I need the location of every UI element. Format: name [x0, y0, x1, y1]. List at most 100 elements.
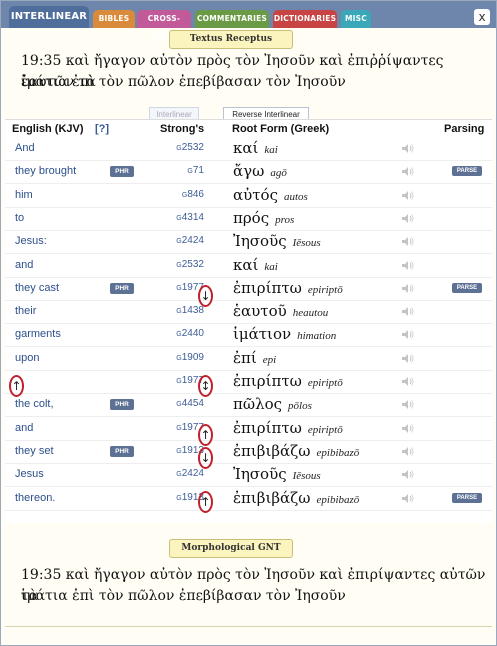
english-word-link[interactable]: garments [15, 328, 61, 340]
greek-root: ἐπιρίπτω epiriptō [233, 372, 343, 390]
english-word-link[interactable]: the colt, [15, 398, 54, 410]
phrase-badge[interactable]: PHR [110, 282, 134, 294]
parse-button[interactable]: PARSE [452, 492, 482, 503]
phrase-badge[interactable]: PHR [110, 166, 134, 178]
english-word-link[interactable]: Jesus: [15, 235, 47, 247]
strongs-number-link[interactable]: G1909 [164, 352, 204, 363]
english-word-link[interactable]: they set [15, 445, 54, 457]
english-word-link[interactable]: thereon. [15, 492, 55, 504]
transliteration: autos [283, 190, 308, 203]
greek-word: Ἰησοῦς [233, 232, 287, 251]
speaker-icon[interactable] [401, 376, 415, 387]
header-parsing: Parsing [444, 123, 485, 135]
strongs-number-link[interactable]: G4314 [164, 212, 204, 223]
tab-dictionaries[interactable]: DICTIONARIES [273, 10, 337, 28]
greek-root: ἐπιρίπτω epiriptō [233, 279, 343, 297]
strongs-number: 2440 [181, 328, 204, 340]
greek-word: ἐπιρίπτω [233, 278, 302, 297]
speaker-icon[interactable] [401, 143, 415, 154]
help-link[interactable]: [?] [95, 123, 109, 135]
strongs-number: 2424 [181, 468, 204, 480]
strongs-number-link[interactable]: G1438 [164, 305, 204, 316]
transliteration: Iēsous [292, 470, 321, 483]
greek-word: ἐπιβιβάζω [233, 488, 311, 507]
english-word-link[interactable]: their [15, 305, 36, 317]
phrase-badge[interactable]: PHR [110, 399, 134, 411]
transliteration: Iēsous [292, 237, 321, 250]
english-word-link[interactable]: And [15, 142, 35, 154]
tab-cross-refs[interactable]: CROSS-REFS [137, 10, 191, 41]
greek-root: ἱμάτιον himation [233, 325, 336, 343]
english-word-link[interactable]: they cast [15, 282, 59, 294]
table-row: Jesus: G2424 Ἰησοῦς Iēsous [5, 231, 492, 255]
strongs-number: 4314 [181, 211, 204, 223]
arrow-up-icon[interactable]: ↑ [198, 424, 213, 446]
speaker-icon[interactable] [401, 446, 415, 457]
arrow-up-icon[interactable]: ↑ [9, 375, 24, 397]
transliteration: heautou [292, 307, 329, 320]
speaker-icon[interactable] [401, 329, 415, 340]
strongs-number-link[interactable]: G2424 [164, 468, 204, 479]
strongs-number: 2424 [181, 235, 204, 247]
strongs-number-link[interactable]: G4454 [164, 398, 204, 409]
greek-root: ἄγω agō [233, 162, 287, 180]
english-word-link[interactable]: they brought [15, 165, 76, 177]
strongs-number-link[interactable]: G2424 [164, 235, 204, 246]
table-row: and G2532 καί kai [5, 255, 492, 278]
strongs-number-link[interactable]: G2440 [164, 328, 204, 339]
table-row: him G846 αὐτός autos [5, 185, 492, 208]
english-word-link[interactable]: him [15, 189, 33, 201]
greek-word: καί [233, 255, 259, 274]
textus-receptus-title: Textus Receptus [169, 30, 293, 49]
header-root-form: Root Form (Greek) [232, 123, 330, 135]
transliteration: epi [262, 353, 277, 366]
greek-word: ἱμάτιον [233, 325, 292, 344]
strongs-number-link[interactable]: G2532 [164, 142, 204, 153]
speaker-icon[interactable] [401, 399, 415, 410]
english-word-link[interactable]: Jesus [15, 468, 44, 480]
strongs-number: 4454 [181, 398, 204, 410]
speaker-icon[interactable] [401, 306, 415, 317]
speaker-icon[interactable] [401, 469, 415, 480]
speaker-icon[interactable] [401, 353, 415, 364]
table-row: to G4314 πρός pros [5, 208, 492, 231]
strongs-number-link[interactable]: G2532 [164, 259, 204, 270]
arrow-down-icon[interactable]: ↓ [198, 447, 213, 469]
speaker-icon[interactable] [401, 166, 415, 177]
english-word-link[interactable]: to [15, 212, 24, 224]
speaker-icon[interactable] [401, 260, 415, 271]
tab-bibles[interactable]: BIBLES [93, 10, 135, 28]
strongs-number: 2532 [181, 142, 204, 153]
table-row: And G2532 καί kai [5, 138, 492, 161]
tab-misc[interactable]: MISC [341, 10, 371, 28]
phrase-badge[interactable]: PHR [110, 445, 134, 457]
speaker-icon[interactable] [401, 213, 415, 224]
parse-button[interactable]: PARSE [452, 282, 482, 293]
tab-interlinear[interactable]: INTERLINEAR [9, 6, 89, 28]
greek-root: ἑαυτοῦ heautou [233, 302, 328, 320]
transliteration: epiriptō [307, 283, 343, 296]
tab-commentaries[interactable]: COMMENTARIES [195, 10, 269, 28]
transliteration: himation [297, 330, 337, 343]
arrow-updown-icon[interactable]: ↕ [198, 375, 213, 397]
speaker-icon[interactable] [401, 236, 415, 247]
row-divider [5, 509, 492, 511]
speaker-icon[interactable] [401, 283, 415, 294]
strongs-number-link[interactable]: G71 [164, 165, 204, 176]
english-word-link[interactable]: and [15, 259, 33, 271]
arrow-down-icon[interactable]: ↓ [198, 285, 213, 307]
transliteration: kai [264, 260, 278, 273]
english-word-link[interactable]: upon [15, 352, 39, 364]
speaker-icon[interactable] [401, 493, 415, 504]
strongs-number: 1909 [181, 351, 204, 363]
greek-root: ἐπιρίπτω epiriptō [233, 419, 343, 437]
strongs-number-link[interactable]: G846 [164, 189, 204, 200]
close-button[interactable]: x [474, 9, 490, 25]
speaker-icon[interactable] [401, 190, 415, 201]
parse-button[interactable]: PARSE [452, 166, 482, 177]
speaker-icon[interactable] [401, 423, 415, 434]
table-row: Jesus G2424 Ἰησοῦς Iēsous [5, 464, 492, 488]
arrow-up-icon[interactable]: ↑ [198, 491, 213, 513]
table-row: they set PHR G1913 ἐπιβιβάζω epibibazō [5, 441, 492, 464]
english-word-link[interactable]: and [15, 422, 33, 434]
